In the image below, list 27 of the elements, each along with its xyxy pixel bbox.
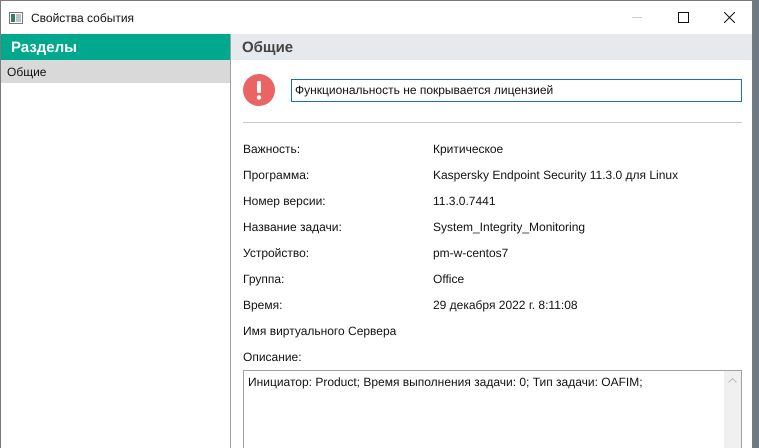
property-label: Время: <box>243 298 284 312</box>
app-icon <box>9 12 23 24</box>
description-label: Описание: <box>243 350 303 364</box>
property-value: 11.3.0.7441 <box>433 194 497 208</box>
property-value: Office <box>433 272 466 286</box>
property-label: Группа: <box>243 272 286 286</box>
description-field[interactable]: Инициатор: Product; Время выполнения задачи: 0; Тип задачи: OAFIM; <box>243 370 742 448</box>
property-value: Kaspersky Endpoint Security 11.3.0 для Linux <box>433 168 680 182</box>
maximize-icon <box>678 12 688 23</box>
error-icon <box>243 74 275 106</box>
property-label: Номер версии: <box>243 194 327 208</box>
property-value: 29 декабря 2022 г. 8:11:08 <box>433 298 579 312</box>
section-header: Общие <box>231 34 752 60</box>
minimize-icon <box>632 17 642 18</box>
sidebar-item[interactable]: Общие <box>1 60 230 83</box>
property-label: Устройство: <box>243 246 310 260</box>
property-value: System_Integrity_Monitoring <box>433 220 586 234</box>
message-field[interactable]: Функциональность не покрывается лицензией <box>291 78 742 102</box>
property-value: Критическое <box>433 142 504 156</box>
window-title: Свойства события <box>31 10 134 24</box>
property-label: Имя виртуального Сервера <box>243 324 398 338</box>
close-icon <box>724 12 734 23</box>
property-label: Название задачи: <box>243 220 343 234</box>
property-label: Программа: <box>243 168 310 182</box>
sidebar-header: Разделы <box>1 34 230 60</box>
property-value: pm-w-centos7 <box>433 246 510 260</box>
property-label: Важность: <box>243 142 302 156</box>
